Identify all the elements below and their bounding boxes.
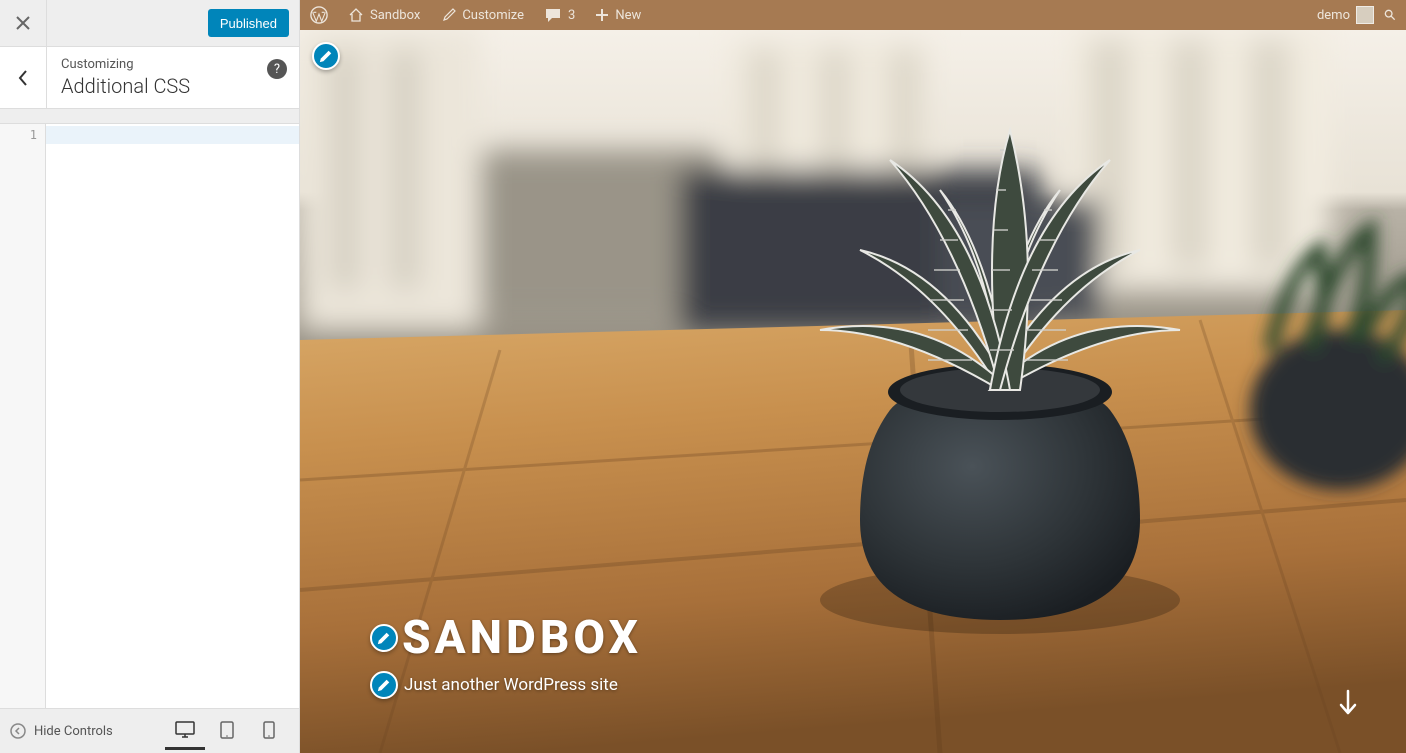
customizing-label: Customizing xyxy=(61,57,285,72)
pencil-icon xyxy=(377,631,391,645)
hide-controls-label: Hide Controls xyxy=(34,724,113,739)
edit-tagline-shortcut[interactable] xyxy=(370,671,398,699)
search-icon xyxy=(1384,6,1396,24)
pencil-icon xyxy=(377,678,391,692)
editor-code-area xyxy=(46,124,299,708)
mobile-icon xyxy=(263,721,275,739)
close-icon xyxy=(16,16,30,30)
site-name-label: Sandbox xyxy=(370,8,420,23)
wordpress-icon xyxy=(310,6,328,24)
active-line-highlight xyxy=(46,126,299,144)
user-account-link[interactable]: demo xyxy=(1307,0,1384,30)
tablet-preview-button[interactable] xyxy=(207,712,247,750)
wp-admin-bar: Sandbox Customize 3 New demo xyxy=(300,0,1406,30)
customizer-panel: Published Customizing Additional CSS ? 1… xyxy=(0,0,300,753)
chevron-left-icon xyxy=(17,69,29,87)
mobile-preview-button[interactable] xyxy=(249,712,289,750)
css-textarea[interactable] xyxy=(46,144,299,708)
help-icon: ? xyxy=(274,62,280,77)
desktop-preview-button[interactable] xyxy=(165,712,205,750)
wp-logo-menu[interactable] xyxy=(300,0,338,30)
tablet-icon xyxy=(219,721,235,739)
hide-controls-button[interactable]: Hide Controls xyxy=(10,723,155,739)
plus-icon xyxy=(595,8,609,22)
comment-count: 3 xyxy=(568,8,575,23)
scroll-down-button[interactable] xyxy=(1328,683,1368,723)
customizer-section-header: Customizing Additional CSS ? xyxy=(0,47,299,109)
search-toggle[interactable] xyxy=(1384,0,1406,30)
user-name-label: demo xyxy=(1317,8,1350,23)
collapse-left-icon xyxy=(10,723,26,739)
close-customizer-button[interactable] xyxy=(0,0,47,46)
customizer-topbar: Published xyxy=(0,0,299,47)
customize-link[interactable]: Customize xyxy=(430,0,534,30)
hero-section: SANDBOX Just another WordPress site xyxy=(300,30,1406,753)
comment-icon xyxy=(544,7,562,23)
site-tagline: Just another WordPress site xyxy=(404,675,618,695)
customize-label: Customize xyxy=(462,8,524,23)
publish-button[interactable]: Published xyxy=(208,9,289,37)
desktop-icon xyxy=(175,721,195,739)
new-content-link[interactable]: New xyxy=(585,0,651,30)
topbar-spacer xyxy=(47,0,198,46)
site-title[interactable]: SANDBOX xyxy=(402,611,642,665)
edit-header-shortcut[interactable] xyxy=(312,42,340,70)
new-label: New xyxy=(615,8,641,23)
line-number: 1 xyxy=(0,126,45,144)
arrow-down-icon xyxy=(1336,689,1360,717)
device-preview-toggle xyxy=(165,712,289,750)
brush-icon xyxy=(440,7,456,23)
customizer-footer: Hide Controls xyxy=(0,708,299,753)
home-icon xyxy=(348,7,364,23)
hero-branding: SANDBOX Just another WordPress site xyxy=(370,611,642,699)
section-heading: Customizing Additional CSS ? xyxy=(47,47,299,108)
edit-site-title-shortcut[interactable] xyxy=(370,624,398,652)
comments-link[interactable]: 3 xyxy=(534,0,585,30)
avatar xyxy=(1356,6,1374,24)
editor-gutter: 1 xyxy=(0,124,46,708)
site-name-link[interactable]: Sandbox xyxy=(338,0,430,30)
css-editor: 1 xyxy=(0,123,299,708)
help-button[interactable]: ? xyxy=(267,59,287,79)
site-preview: Sandbox Customize 3 New demo xyxy=(300,0,1406,753)
back-button[interactable] xyxy=(0,47,47,108)
pencil-icon xyxy=(319,49,333,63)
section-title: Additional CSS xyxy=(61,74,285,98)
